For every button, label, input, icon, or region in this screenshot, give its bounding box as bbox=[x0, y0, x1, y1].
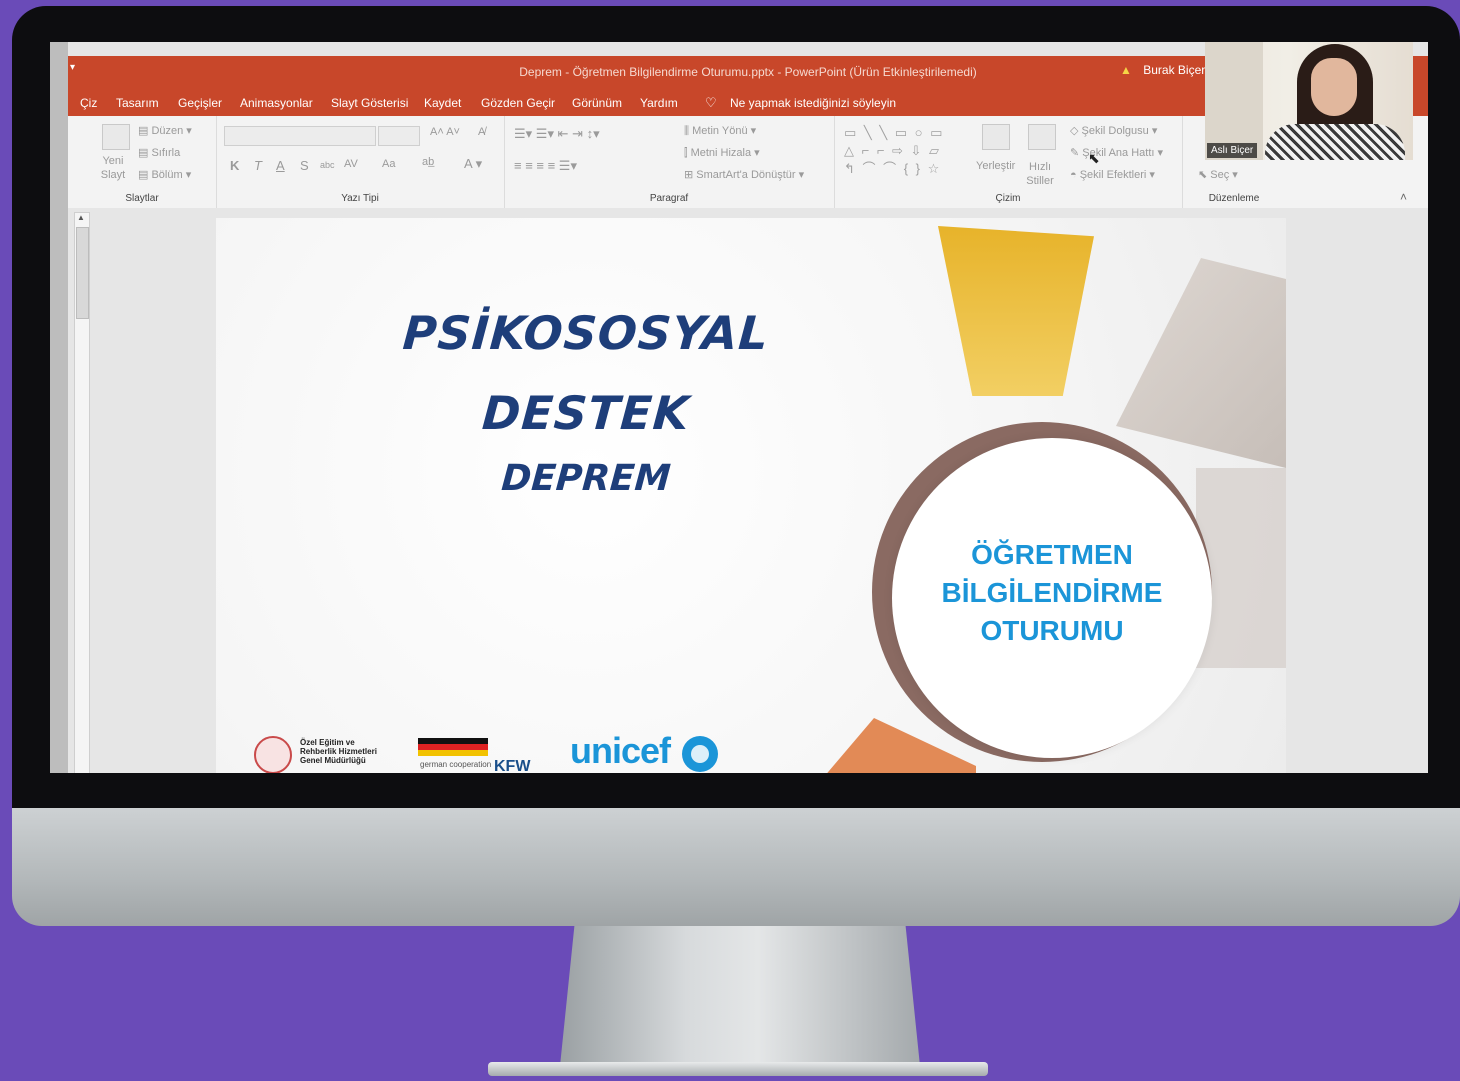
highlight-icon[interactable]: ab̲ bbox=[422, 156, 434, 168]
quick-styles-icon[interactable] bbox=[1028, 124, 1056, 150]
slide-title-line-1: PSİKOSOSYAL bbox=[401, 306, 771, 360]
layout-button[interactable]: ▤ Düzen ▾ bbox=[138, 124, 192, 137]
participant-name: Aslı Biçer bbox=[1207, 143, 1258, 158]
slide-title-line-2: DESTEK bbox=[480, 386, 692, 440]
shapes-gallery[interactable]: ▭ ╲ ╲ ▭ ○ ▭ △ ⌐ ⌐ ⇨ ⇩ ▱ ↰ ⌒ ⌒ { } ☆ bbox=[844, 124, 954, 180]
circle-text: ÖĞRETMEN BİLGİLENDİRME OTURUMU bbox=[892, 536, 1212, 650]
meb-logo-icon bbox=[254, 736, 292, 773]
meb-logo-text: Özel Eğitim ve Rehberlik Hizmetleri Gene… bbox=[300, 738, 377, 765]
shape-effects-button[interactable]: ◓ Şekil Efektleri ▾ bbox=[1070, 168, 1155, 181]
strikethrough-icon[interactable]: abc bbox=[320, 160, 335, 170]
left-sidebar-strip bbox=[50, 42, 68, 773]
tab-view[interactable]: Görünüm bbox=[572, 96, 622, 110]
text-direction-button[interactable]: ⫼ Metin Yönü ▾ bbox=[684, 124, 756, 138]
font-size-select[interactable] bbox=[378, 126, 420, 146]
unicef-logo-text: unicef bbox=[570, 730, 671, 771]
scrollbar-thumb[interactable] bbox=[76, 227, 89, 319]
tab-help[interactable]: Yardım bbox=[640, 96, 678, 110]
decorative-yellow-shape bbox=[938, 226, 1094, 396]
tab-review[interactable]: Gözden Geçir bbox=[481, 96, 555, 110]
user-name: Burak Biçer bbox=[1143, 63, 1206, 77]
user-account[interactable]: ▲ Burak Biçer bbox=[1120, 63, 1205, 77]
monitor-stand bbox=[560, 926, 920, 1066]
scroll-up-icon[interactable]: ▲ bbox=[77, 213, 85, 222]
clear-format-icon[interactable]: A̸ bbox=[478, 126, 485, 138]
group-title-paragraph: Paragraf bbox=[649, 193, 689, 204]
section-label: Bölüm bbox=[151, 169, 183, 181]
mouse-cursor-icon: ⬉ bbox=[1088, 150, 1100, 166]
font-color-icon[interactable]: A ▾ bbox=[464, 156, 482, 172]
arrange-icon[interactable] bbox=[982, 124, 1010, 150]
webcam-video[interactable]: Aslı Biçer bbox=[1205, 42, 1413, 160]
layout-label: Düzen bbox=[151, 125, 184, 137]
kfw-logo-text: KFW bbox=[494, 758, 531, 773]
vertical-scrollbar[interactable]: ▲ bbox=[74, 212, 90, 773]
participant-shirt bbox=[1265, 124, 1405, 160]
char-spacing-button[interactable]: AV bbox=[344, 158, 358, 170]
bold-button[interactable]: K bbox=[230, 158, 239, 173]
select-label: Seç bbox=[1210, 169, 1230, 181]
tell-me-text: Ne yapmak istediğinizi söyleyin bbox=[730, 96, 897, 110]
shape-fill-label: Şekil Dolgusu bbox=[1081, 125, 1149, 137]
underline-button[interactable]: A bbox=[276, 158, 285, 173]
circle-line-1: ÖĞRETMEN bbox=[971, 539, 1133, 570]
align-text-button[interactable]: ⫿ Metni Hizala ▾ bbox=[684, 146, 760, 160]
circle-line-2: BİLGİLENDİRME bbox=[941, 577, 1163, 608]
group-paragraph: ☰▾ ☰▾ ⇤ ⇥ ↕▾ ≡ ≡ ≡ ≡ ☰▾ ⫼ Metin Yönü ▾ ⫿… bbox=[504, 116, 835, 208]
group-title-slides: Slaytlar bbox=[125, 193, 159, 204]
shape-outline-button[interactable]: ✎ Şekil Ana Hattı ▾ bbox=[1070, 146, 1163, 159]
group-title-font: Yazı Tipi bbox=[341, 193, 379, 204]
group-slides: Yeni Slayt ▤ Düzen ▾ ▤ Sıfırla ▤ Bölüm ▾… bbox=[68, 116, 217, 208]
tab-animations[interactable]: Animasyonlar bbox=[240, 96, 313, 110]
section-button[interactable]: ▤ Bölüm ▾ bbox=[138, 168, 191, 181]
circle-line-3: OTURUMU bbox=[980, 615, 1124, 646]
new-slide-button[interactable]: Yeni Slayt bbox=[94, 154, 132, 182]
group-title-editing: Düzenleme bbox=[1208, 193, 1260, 204]
tab-draw[interactable]: Çiz bbox=[80, 96, 97, 110]
smartart-label: SmartArt'a Dönüştür bbox=[696, 169, 796, 181]
unicef-globe-icon bbox=[682, 736, 718, 772]
decorative-shape bbox=[1116, 258, 1286, 468]
grow-font-icon[interactable]: A˄ A˅ bbox=[430, 126, 460, 138]
smartart-button[interactable]: ⊞ SmartArt'a Dönüştür ▾ bbox=[684, 168, 804, 181]
german-cooperation-text: german cooperation bbox=[420, 760, 492, 769]
tab-record[interactable]: Kaydet bbox=[424, 96, 461, 110]
text-direction-label: Metin Yönü bbox=[692, 125, 748, 137]
shape-fill-button[interactable]: ◇ Şekil Dolgusu ▾ bbox=[1070, 124, 1157, 137]
bullets-icon[interactable]: ☰▾ ☰▾ ⇤ ⇥ ↕▾ bbox=[514, 126, 600, 142]
select-button[interactable]: ⬉ Seç ▾ bbox=[1198, 168, 1238, 181]
monitor-stand-base bbox=[488, 1062, 988, 1076]
tell-me-search[interactable]: ♡ Ne yapmak istediğinizi söyleyin bbox=[705, 95, 896, 111]
quick-styles-button[interactable]: Hızlı Stiller bbox=[1022, 160, 1058, 188]
font-name-select[interactable] bbox=[224, 126, 376, 146]
arrange-button[interactable]: Yerleştir bbox=[976, 160, 1015, 172]
collapse-ribbon-icon[interactable]: ˄ bbox=[1400, 190, 1407, 204]
group-font: A˄ A˅ A̸ K T A S abc AV Aa ab̲ A ▾ Yazı … bbox=[216, 116, 505, 208]
slide-subtitle: DEPREM bbox=[500, 458, 672, 499]
new-slide-icon[interactable] bbox=[102, 124, 130, 150]
shape-effects-label: Şekil Efektleri bbox=[1079, 169, 1147, 181]
reset-label: Sıfırla bbox=[151, 147, 181, 159]
warning-icon: ▲ bbox=[1120, 63, 1132, 77]
german-flag-icon bbox=[418, 738, 488, 758]
slide-workspace: ▲ ÖĞRETMEN BİLGİLENDİRME OTURUMU PSİKOSO… bbox=[68, 208, 1428, 773]
shadow-button[interactable]: S bbox=[300, 158, 309, 173]
align-text-label: Metni Hizala bbox=[690, 147, 752, 159]
participant-face bbox=[1311, 58, 1357, 116]
change-case-button[interactable]: Aa bbox=[382, 158, 395, 170]
group-title-drawing: Çizim bbox=[995, 193, 1021, 204]
group-drawing: ▭ ╲ ╲ ▭ ○ ▭ △ ⌐ ⌐ ⇨ ⇩ ▱ ↰ ⌒ ⌒ { } ☆ Yerleş… bbox=[834, 116, 1183, 208]
lightbulb-icon: ♡ bbox=[705, 95, 717, 110]
tab-slide-show[interactable]: Slayt Gösterisi bbox=[331, 96, 408, 110]
slide-canvas[interactable]: ÖĞRETMEN BİLGİLENDİRME OTURUMU PSİKOSOSY… bbox=[216, 218, 1286, 773]
tab-design[interactable]: Tasarım bbox=[116, 96, 159, 110]
tab-transitions[interactable]: Geçişler bbox=[178, 96, 222, 110]
monitor-chin bbox=[12, 808, 1460, 926]
align-icons[interactable]: ≡ ≡ ≡ ≡ ☰▾ bbox=[514, 158, 577, 174]
italic-button[interactable]: T bbox=[254, 158, 262, 173]
reset-button[interactable]: ▤ Sıfırla bbox=[138, 146, 180, 159]
